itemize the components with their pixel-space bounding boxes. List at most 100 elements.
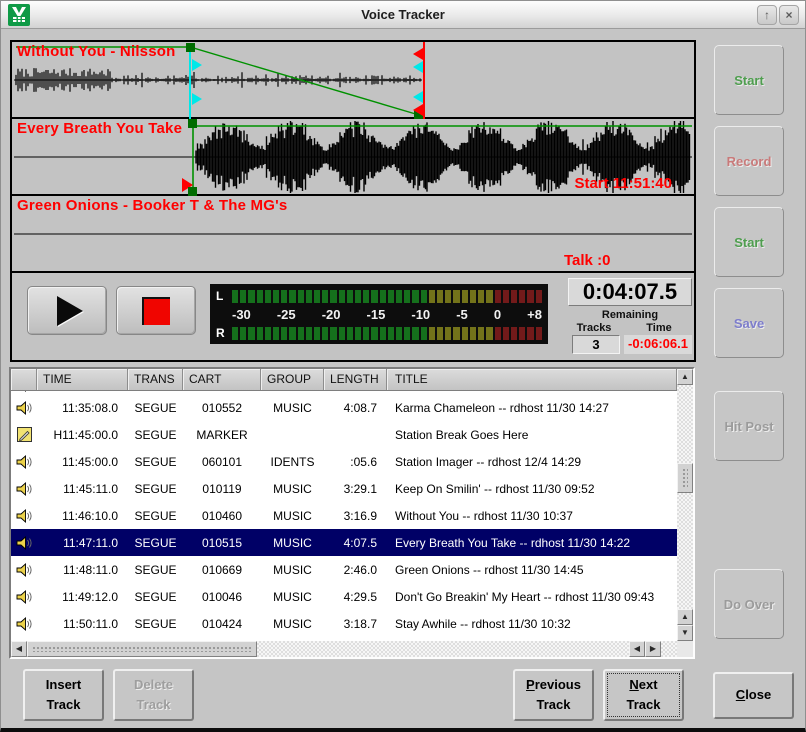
vu-segment xyxy=(527,290,533,303)
vu-segment xyxy=(536,290,542,303)
record-button[interactable]: Record xyxy=(714,126,784,196)
column-header-TRANS[interactable]: TRANS xyxy=(128,369,183,390)
cell-c2: SEGUE xyxy=(128,428,183,442)
vu-segment xyxy=(429,327,435,340)
vu-segment xyxy=(339,327,345,340)
next-track-button[interactable]: Next Track xyxy=(603,669,684,721)
vu-segment xyxy=(363,290,369,303)
scroll-left-button-2[interactable]: ◀ xyxy=(629,641,645,657)
cell-c6: Keep On Smilin' -- rdhost 11/30 09:52 xyxy=(387,482,677,496)
cell-c4: MUSIC xyxy=(261,536,324,550)
insert-track-button[interactable]: Insert Track xyxy=(23,669,104,721)
track-1[interactable]: Without You - Nilsson xyxy=(12,42,694,119)
segue-handle-icon[interactable] xyxy=(413,61,423,73)
vertical-scroll-thumb[interactable] xyxy=(677,463,693,493)
table-row[interactable]: 11:48:11.0SEGUE010669MUSIC2:46.0Green On… xyxy=(11,556,677,583)
start-1-button[interactable]: Start xyxy=(714,45,784,115)
speaker-icon xyxy=(16,562,33,578)
column-header-TITLE[interactable]: TITLE xyxy=(387,369,677,390)
row-icon-cell xyxy=(11,454,37,470)
track-2[interactable]: Every Breath You Take Start 11:51:40 xyxy=(12,119,694,196)
scroll-up-button-2[interactable]: ▲ xyxy=(677,609,693,625)
vu-segment xyxy=(298,290,304,303)
vu-left-segments xyxy=(232,290,542,303)
vu-segment xyxy=(478,290,484,303)
horizontal-scroll-thumb[interactable] xyxy=(27,641,257,657)
horizontal-scrollbar[interactable]: ◀ ◀ ▶ xyxy=(11,641,677,657)
cell-c5: 2:46.0 xyxy=(324,563,387,577)
play-icon xyxy=(57,296,83,326)
column-header-icon[interactable] xyxy=(11,369,37,390)
table-row[interactable]: 11:49:12.0SEGUE010046MUSIC4:29.5Don't Go… xyxy=(11,583,677,610)
previous-track-button[interactable]: Previous Track xyxy=(513,669,594,721)
transport-bar: L -30-25-20-15-10-50+8 R 0:04:07.5 Remai… xyxy=(12,273,694,354)
scroll-up-button[interactable]: ▲ xyxy=(677,369,693,385)
cell-c4: MUSIC xyxy=(261,482,324,496)
table-row[interactable]: 11:35:08.0SEGUE010552MUSIC4:08.7Karma Ch… xyxy=(11,394,677,421)
fade-node-handle[interactable] xyxy=(188,119,197,128)
table-row[interactable]: H11:45:00.0SEGUEMARKERStation Break Goes… xyxy=(11,421,677,448)
vu-segment xyxy=(462,327,468,340)
cell-c4: MUSIC xyxy=(261,617,324,631)
fade-node-handle[interactable] xyxy=(188,187,197,196)
scroll-left-button[interactable]: ◀ xyxy=(11,641,27,657)
cell-c2: SEGUE xyxy=(128,563,183,577)
elapsed-time-display: 0:04:07.5 xyxy=(568,278,692,306)
do-over-button[interactable]: Do Over xyxy=(714,569,784,639)
play-button[interactable] xyxy=(27,286,107,335)
table-row[interactable]: 11:47:11.0SEGUE010515MUSIC4:07.5Every Br… xyxy=(11,529,677,556)
table-row[interactable]: 11:50:11.0SEGUE010424MUSIC3:18.7Stay Awh… xyxy=(11,610,677,637)
segue-handle-icon[interactable] xyxy=(192,59,202,71)
vu-segment xyxy=(495,327,501,340)
scroll-right-button[interactable]: ▶ xyxy=(645,641,661,657)
titlebar[interactable]: Voice Tracker ↑ × xyxy=(1,1,805,29)
vu-segment xyxy=(347,327,353,340)
vu-scale-tick: -15 xyxy=(367,307,386,322)
fade-node-handle[interactable] xyxy=(186,43,195,52)
cell-c1: 11:45:00.0 xyxy=(37,455,128,469)
cell-c2: SEGUE xyxy=(128,509,183,523)
cell-c3: 010460 xyxy=(183,509,261,523)
table-row[interactable]: 11:45:11.0SEGUE010119MUSIC3:29.1Keep On … xyxy=(11,475,677,502)
vu-segment xyxy=(503,327,509,340)
scroll-down-button[interactable]: ▼ xyxy=(677,625,693,641)
column-header-LENGTH[interactable]: LENGTH xyxy=(324,369,387,390)
table-row[interactable]: 11:46:10.0SEGUE010460MUSIC3:16.9Without … xyxy=(11,502,677,529)
vu-scale-tick: -10 xyxy=(411,307,430,322)
column-header-CART[interactable]: CART xyxy=(183,369,261,390)
scrollbar-corner xyxy=(677,641,693,657)
speaker-icon xyxy=(16,481,33,497)
cell-c3: 010424 xyxy=(183,617,261,631)
vu-segment xyxy=(396,290,402,303)
track-3[interactable]: Green Onions - Booker T & The MG's Talk … xyxy=(12,196,694,273)
cell-c3: 010669 xyxy=(183,563,261,577)
stop-button[interactable] xyxy=(116,286,196,335)
close-window-button[interactable]: × xyxy=(779,5,799,25)
close-button[interactable]: Close xyxy=(713,672,794,719)
vertical-scrollbar[interactable]: ▲ ▲ ▼ xyxy=(677,369,693,641)
start-2-button[interactable]: Start xyxy=(714,207,784,277)
app-icon xyxy=(8,4,30,26)
column-header-TIME[interactable]: TIME xyxy=(37,369,128,390)
vu-segment xyxy=(314,327,320,340)
end-handle-icon[interactable] xyxy=(413,48,423,60)
vu-segment xyxy=(232,290,238,303)
save-button[interactable]: Save xyxy=(714,288,784,358)
row-icon-cell xyxy=(11,508,37,524)
table-row[interactable]: 11:45:00.0SEGUE060101IDENTS:05.6Station … xyxy=(11,448,677,475)
cell-c2: SEGUE xyxy=(128,536,183,550)
vu-segment xyxy=(453,327,459,340)
shade-button[interactable]: ↑ xyxy=(757,5,777,25)
hit-post-button[interactable]: Hit Post xyxy=(714,391,784,461)
column-header-GROUP[interactable]: GROUP xyxy=(261,369,324,390)
cell-c1: 11:45:11.0 xyxy=(37,482,128,496)
vu-segment xyxy=(511,327,517,340)
segue-handle-icon[interactable] xyxy=(413,91,423,103)
segue-handle-icon[interactable] xyxy=(192,93,202,105)
vu-segment xyxy=(429,290,435,303)
cell-c2: SEGUE xyxy=(128,482,183,496)
cell-c6: Without You -- rdhost 11/30 10:37 xyxy=(387,509,677,523)
delete-track-button[interactable]: Delete Track xyxy=(113,669,194,721)
vu-scale-tick: +8 xyxy=(527,307,542,322)
cell-c4: MUSIC xyxy=(261,401,324,415)
